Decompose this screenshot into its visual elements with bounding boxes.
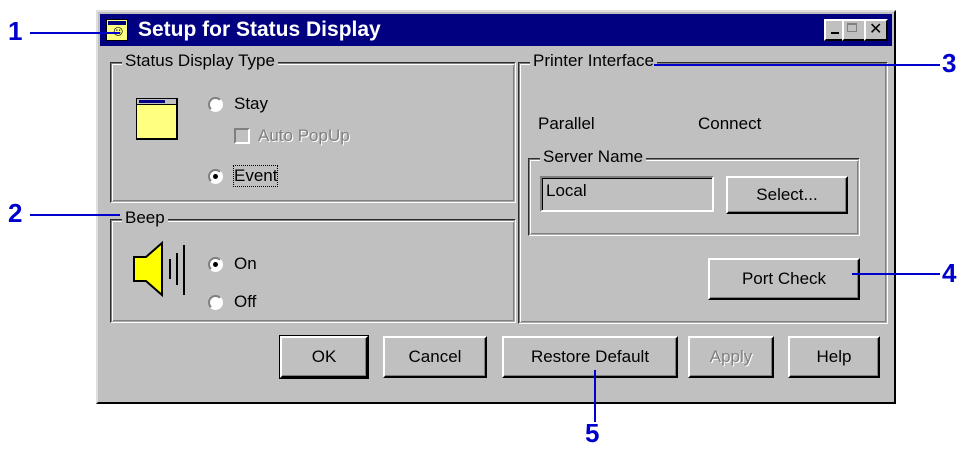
stay-radio[interactable] [208, 97, 223, 112]
maximize-icon [847, 23, 857, 32]
callout-1-line [30, 32, 120, 34]
beep-group: Beep On Off [110, 208, 516, 323]
callout-2: 2 [8, 198, 23, 228]
beep-off-radio[interactable] [208, 295, 223, 310]
help-button[interactable]: Help [788, 336, 880, 378]
server-name-legend: Server Name [540, 147, 647, 167]
window-title: Setup for Status Display [138, 18, 381, 41]
callout-5-line [594, 370, 596, 422]
callout-3: 3 [942, 48, 957, 78]
callout-1: 1 [8, 16, 23, 46]
setup-dialog: ☺ Setup for Status Display ✕ Status Disp… [96, 10, 896, 404]
apply-button[interactable]: Apply [688, 336, 774, 378]
minimize-icon [831, 32, 839, 34]
speaker-icon [133, 240, 185, 298]
select-server-button[interactable]: Select... [726, 176, 848, 214]
connection-status: Connect [698, 114, 762, 133]
callout-5: 5 [585, 418, 600, 448]
printer-interface-group: Printer Interface Parallel Connect Serve… [518, 51, 888, 324]
maximize-button[interactable] [842, 19, 866, 41]
server-name-field[interactable]: Local [540, 176, 714, 212]
status-display-app-icon: ☺ [106, 19, 128, 41]
callout-4-line [852, 273, 940, 275]
stay-label[interactable]: Stay [234, 94, 268, 114]
event-radio[interactable] [208, 169, 223, 184]
status-display-type-legend: Status Display Type [122, 51, 278, 71]
callout-3-line [654, 64, 940, 66]
title-bar[interactable]: ☺ Setup for Status Display ✕ [100, 14, 892, 46]
auto-popup-label[interactable]: Auto PopUp [258, 126, 350, 146]
event-label[interactable]: Event [232, 165, 279, 187]
beep-legend: Beep [122, 208, 168, 228]
beep-on-radio[interactable] [208, 257, 223, 272]
close-icon: ✕ [869, 19, 883, 38]
callout-2-line [30, 214, 120, 216]
server-name-group: Server Name Local Select... [528, 147, 860, 236]
auto-popup-checkbox[interactable] [234, 128, 250, 144]
callout-4: 4 [942, 258, 957, 288]
restore-default-button[interactable]: Restore Default [502, 336, 678, 378]
ok-button[interactable]: OK [279, 335, 369, 379]
beep-on-label[interactable]: On [234, 254, 257, 274]
printer-interface-legend: Printer Interface [530, 51, 657, 71]
port-check-button[interactable]: Port Check [708, 258, 860, 300]
status-display-type-group: Status Display Type Stay Auto PopUp Even… [110, 51, 516, 203]
beep-off-label[interactable]: Off [234, 292, 256, 312]
port-label: Parallel [538, 114, 595, 133]
close-button[interactable]: ✕ [864, 19, 888, 41]
status-window-icon [136, 98, 178, 140]
cancel-button[interactable]: Cancel [383, 336, 487, 378]
